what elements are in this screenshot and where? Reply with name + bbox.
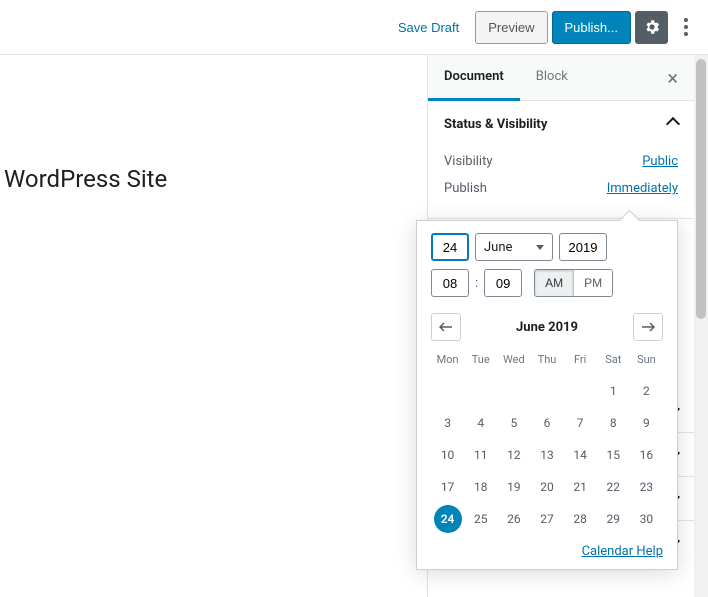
calendar-day[interactable]: 20	[533, 473, 561, 501]
calendar-day[interactable]: 13	[533, 441, 561, 469]
ampm-toggle: AM PM	[534, 269, 613, 297]
calendar-day[interactable]: 19	[500, 473, 528, 501]
calendar-day[interactable]: 8	[599, 409, 627, 437]
calendar: June 2019 MonTueWedThuFriSatSun123456789…	[431, 313, 663, 559]
kebab-icon	[684, 18, 688, 36]
calendar-day[interactable]: 27	[533, 505, 561, 533]
calendar-help-link[interactable]: Calendar Help	[582, 544, 663, 559]
chevron-up-icon	[668, 116, 678, 133]
month-select[interactable]: June	[475, 233, 553, 261]
pm-button[interactable]: PM	[573, 270, 612, 296]
calendar-day[interactable]: 1	[599, 377, 627, 405]
calendar-day[interactable]: 26	[500, 505, 528, 533]
hour-input[interactable]	[431, 269, 469, 297]
calendar-day[interactable]: 4	[467, 409, 495, 437]
calendar-day[interactable]: 9	[632, 409, 660, 437]
calendar-day[interactable]: 21	[566, 473, 594, 501]
calendar-day[interactable]: 24	[434, 505, 462, 533]
calendar-day[interactable]: 14	[566, 441, 594, 469]
top-toolbar: Save Draft Preview Publish...	[0, 0, 708, 55]
calendar-dow: Sat	[597, 349, 630, 374]
calendar-day[interactable]: 29	[599, 505, 627, 533]
close-icon: ×	[667, 66, 678, 90]
sidebar-scrollbar[interactable]	[694, 55, 708, 597]
calendar-dow: Sun	[630, 349, 663, 374]
time-colon: :	[475, 276, 478, 291]
calendar-month-title: June 2019	[516, 320, 578, 335]
visibility-label: Visibility	[444, 154, 493, 169]
calendar-day[interactable]: 23	[632, 473, 660, 501]
visibility-row: Visibility Public	[444, 148, 678, 175]
publish-value-link[interactable]: Immediately	[607, 181, 678, 196]
calendar-day[interactable]: 3	[434, 409, 462, 437]
calendar-day[interactable]: 6	[533, 409, 561, 437]
gear-icon	[643, 18, 661, 36]
post-title[interactable]: WordPress Site	[0, 165, 427, 193]
panel-title: Status & Visibility	[444, 117, 547, 132]
calendar-day[interactable]: 10	[434, 441, 462, 469]
tab-block[interactable]: Block	[520, 55, 584, 101]
calendar-day[interactable]: 28	[566, 505, 594, 533]
sidebar-tabs: Document Block ×	[428, 55, 694, 101]
calendar-dow: Wed	[497, 349, 530, 374]
calendar-day[interactable]: 11	[467, 441, 495, 469]
calendar-day[interactable]: 18	[467, 473, 495, 501]
month-select-value: June	[484, 240, 512, 255]
scrollbar-thumb[interactable]	[696, 59, 706, 319]
calendar-day[interactable]: 12	[500, 441, 528, 469]
calendar-day[interactable]: 22	[599, 473, 627, 501]
close-sidebar-button[interactable]: ×	[657, 66, 688, 90]
tab-document[interactable]: Document	[428, 55, 520, 101]
calendar-day[interactable]: 15	[599, 441, 627, 469]
minute-input[interactable]	[484, 269, 522, 297]
settings-button[interactable]	[635, 11, 668, 44]
status-visibility-panel-header[interactable]: Status & Visibility	[428, 101, 694, 148]
day-input[interactable]	[431, 233, 469, 261]
am-button[interactable]: AM	[535, 270, 573, 296]
prev-month-button[interactable]	[431, 313, 461, 341]
editor-canvas[interactable]: WordPress Site	[0, 55, 427, 597]
calendar-day[interactable]: 16	[632, 441, 660, 469]
next-month-button[interactable]	[633, 313, 663, 341]
calendar-day[interactable]: 25	[467, 505, 495, 533]
publish-row: Publish Immediately	[444, 175, 678, 202]
publish-label: Publish	[444, 181, 487, 196]
calendar-day[interactable]: 7	[566, 409, 594, 437]
visibility-value-link[interactable]: Public	[642, 154, 678, 169]
publish-button[interactable]: Publish...	[552, 11, 631, 44]
datetime-popover: June : AM PM June 2019 MonTueWedThuFriSa…	[416, 220, 678, 570]
arrow-left-icon	[439, 322, 453, 332]
calendar-day[interactable]: 30	[632, 505, 660, 533]
preview-button[interactable]: Preview	[475, 11, 547, 44]
save-draft-button[interactable]: Save Draft	[386, 12, 471, 43]
calendar-dow: Tue	[464, 349, 497, 374]
arrow-right-icon	[641, 322, 655, 332]
calendar-day[interactable]: 17	[434, 473, 462, 501]
calendar-day[interactable]: 2	[632, 377, 660, 405]
year-input[interactable]	[559, 233, 607, 261]
calendar-dow: Fri	[564, 349, 597, 374]
calendar-dow: Mon	[431, 349, 464, 374]
more-options-button[interactable]	[672, 11, 700, 44]
calendar-day[interactable]: 5	[500, 409, 528, 437]
calendar-dow: Thu	[530, 349, 563, 374]
